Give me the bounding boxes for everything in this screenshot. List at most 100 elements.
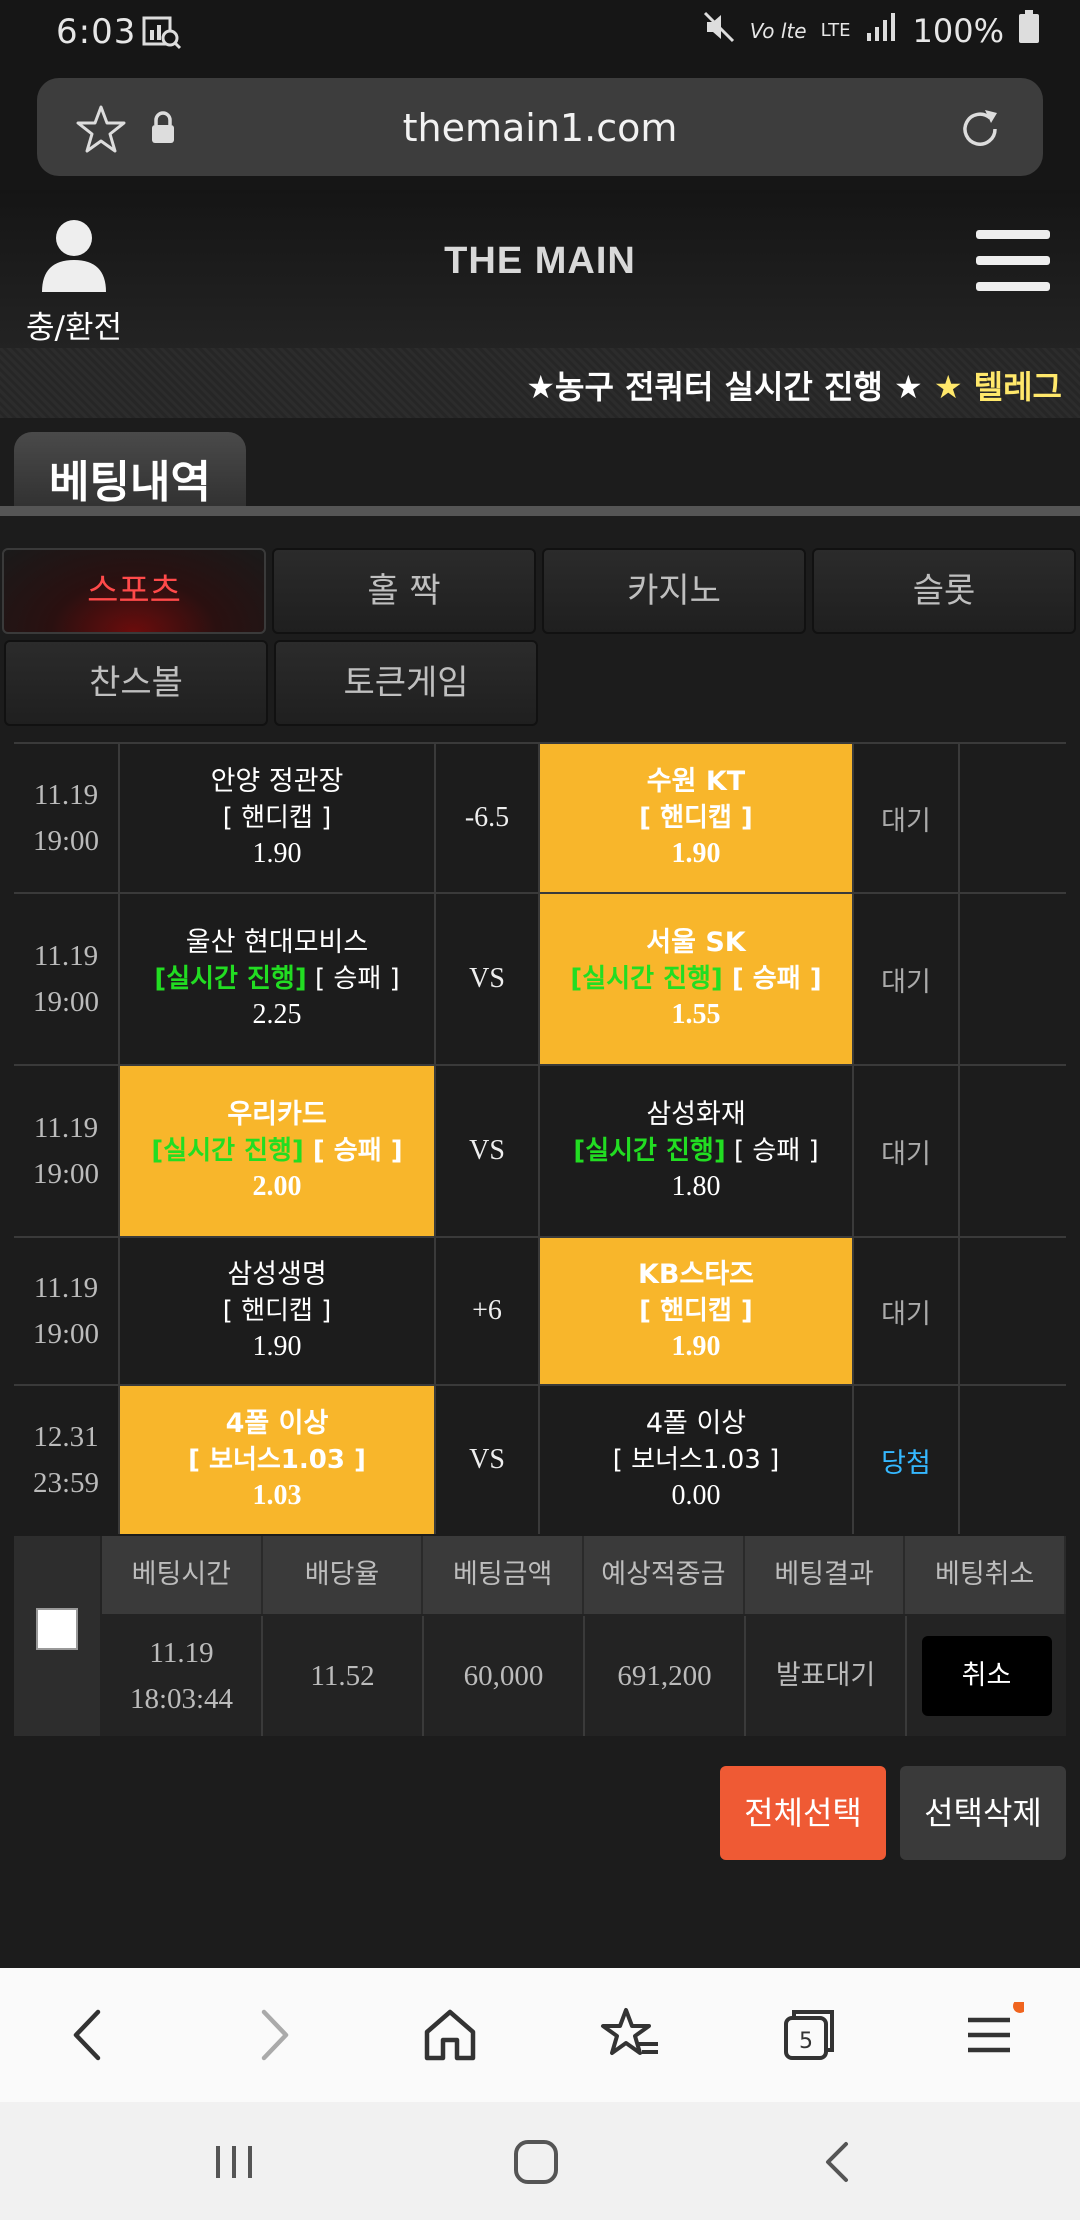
home-team: 4폴 이상 xyxy=(225,1408,329,1439)
signal-icon xyxy=(865,11,899,51)
mute-icon xyxy=(702,10,736,52)
site-logo[interactable]: THE MAIN xyxy=(0,240,1080,283)
tab-token-game[interactable]: 토큰게임 xyxy=(274,640,538,726)
market-type: [ 승패 ] xyxy=(734,1136,819,1166)
away-team: 4폴 이상 xyxy=(645,1408,747,1439)
tab-sports[interactable]: 스포츠 xyxy=(2,548,266,634)
section-divider xyxy=(0,506,1080,516)
forward-icon[interactable] xyxy=(240,2002,306,2068)
header-amount: 베팅금액 xyxy=(423,1536,585,1614)
tab-chance-ball[interactable]: 찬스볼 xyxy=(4,640,268,726)
page-title: 베팅내역 xyxy=(49,457,211,508)
marquee-text-highlight: ★ 텔레그 xyxy=(933,368,1062,406)
live-badge: [실시간 진행] xyxy=(573,1136,726,1166)
select-checkbox[interactable] xyxy=(36,1608,78,1650)
system-back-icon[interactable] xyxy=(808,2132,868,2192)
away-team: KB스타즈 xyxy=(637,1259,755,1290)
market-type: [ 보너스1.03 ] xyxy=(612,1445,780,1475)
empty-cell xyxy=(960,1066,1066,1236)
bet-list: 11.19 19:00 안양 정관장 [ 핸디캡 ] 1.90 -6.5 수원 K… xyxy=(14,742,1066,1534)
tab-casino[interactable]: 카지노 xyxy=(542,548,806,634)
empty-cell xyxy=(960,1238,1066,1384)
gallery-icon xyxy=(142,14,182,54)
cancel-bet-button[interactable]: 취소 xyxy=(921,1636,1052,1716)
away-odds: 1.90 xyxy=(671,1331,721,1362)
lte-icon: LTE xyxy=(820,20,851,41)
address-bar[interactable]: themain1.com xyxy=(37,78,1043,176)
home-pick: 삼성생명 [ 핸디캡 ] 1.90 xyxy=(120,1238,436,1384)
bet-status: 대기 xyxy=(854,1238,960,1384)
bet-summary: 베팅시간 배당율 베팅금액 예상적중금 베팅결과 베팅취소 11.19 18:03… xyxy=(14,1536,1067,1736)
away-odds: 1.90 xyxy=(671,838,721,869)
bet-row: 11.19 19:00 우리카드 [실시간 진행] [ 승패 ] 2.00 VS … xyxy=(14,1064,1066,1236)
away-pick: 삼성화재 [실시간 진행] [ 승패 ] 1.80 xyxy=(540,1066,854,1236)
home-odds: 2.25 xyxy=(252,999,302,1030)
header-cancel: 베팅취소 xyxy=(905,1536,1067,1614)
match-datetime: 11.19 19:00 xyxy=(14,1238,120,1384)
back-icon[interactable] xyxy=(56,2002,122,2068)
away-odds: 0.00 xyxy=(671,1480,721,1511)
delete-selected-button[interactable]: 선택삭제 xyxy=(900,1766,1066,1860)
market-type: [ 승패 ] xyxy=(315,964,400,994)
expected-win-value: 691,200 xyxy=(585,1616,746,1736)
away-pick-selected: 수원 KT [ 핸디캡 ] 1.90 xyxy=(540,744,854,892)
header-result: 베팅결과 xyxy=(745,1536,906,1614)
handicap-value: -6.5 xyxy=(436,744,540,892)
home-pick-selected: 4폴 이상 [ 보너스1.03 ] 1.03 xyxy=(120,1386,436,1534)
match-datetime: 11.19 19:00 xyxy=(14,1066,120,1236)
browser-toolbar: themain1.com xyxy=(0,70,1080,190)
volte-icon: Vo lte xyxy=(749,19,807,43)
versus-label: VS xyxy=(436,894,540,1064)
clock: 6:03 xyxy=(56,12,137,52)
browser-menu-icon[interactable] xyxy=(958,1999,1027,2068)
handicap-value: +6 xyxy=(436,1238,540,1384)
versus-label: VS xyxy=(436,1066,540,1236)
tab-slot[interactable]: 슬롯 xyxy=(812,548,1076,634)
home-team: 삼성생명 xyxy=(227,1259,327,1290)
recent-apps-icon[interactable] xyxy=(204,2132,264,2192)
home-team: 울산 현대모비스 xyxy=(185,927,369,958)
away-pick: 4폴 이상 [ 보너스1.03 ] 0.00 xyxy=(540,1386,854,1534)
browser-bottom-bar: 5 xyxy=(0,1968,1080,2102)
status-bar: 6:03 Vo lte LTE 100% xyxy=(0,0,1080,70)
select-all-button[interactable]: 전체선택 xyxy=(720,1766,886,1860)
reload-icon[interactable] xyxy=(955,104,1005,158)
empty-cell xyxy=(960,894,1066,1064)
battery-level: 100% xyxy=(912,12,1004,50)
user-label: 충/환전 xyxy=(25,310,122,346)
home-odds: 1.90 xyxy=(252,838,302,869)
away-pick-selected: KB스타즈 [ 핸디캡 ] 1.90 xyxy=(540,1238,854,1384)
summary-values: 11.19 18:03:44 11.52 60,000 691,200 발표대기 … xyxy=(102,1616,1066,1736)
summary-header: 베팅시간 배당율 베팅금액 예상적중금 베팅결과 베팅취소 xyxy=(102,1536,1067,1614)
bet-row: 11.19 19:00 안양 정관장 [ 핸디캡 ] 1.90 -6.5 수원 K… xyxy=(14,742,1066,892)
tabs-icon[interactable]: 5 xyxy=(776,2002,842,2068)
header-odds: 배당율 xyxy=(263,1536,424,1614)
bet-status: 대기 xyxy=(854,894,960,1064)
live-badge: [실시간 진행] xyxy=(154,964,307,994)
bet-result-value: 발표대기 xyxy=(746,1616,907,1736)
hamburger-menu-icon[interactable] xyxy=(976,230,1050,292)
notice-marquee: ★농구 전쿼터 실시간 진행 ★ ★ 텔레그 xyxy=(0,348,1080,418)
header-expected: 예상적중금 xyxy=(584,1536,745,1614)
bet-status: 대기 xyxy=(854,744,960,892)
away-odds: 1.55 xyxy=(671,999,721,1030)
tab-odd-even[interactable]: 홀 짝 xyxy=(272,548,536,634)
url-text[interactable]: themain1.com xyxy=(37,106,1043,150)
home-pick-selected: 우리카드 [실시간 진행] [ 승패 ] 2.00 xyxy=(120,1066,436,1236)
battery-icon xyxy=(1018,10,1040,52)
market-type: [ 핸디캡 ] xyxy=(222,803,332,833)
away-team: 삼성화재 xyxy=(646,1099,746,1130)
match-datetime: 11.19 19:00 xyxy=(14,744,120,892)
live-badge: [실시간 진행] xyxy=(151,1136,304,1166)
away-odds: 1.80 xyxy=(671,1171,721,1202)
home-pick: 안양 정관장 [ 핸디캡 ] 1.90 xyxy=(120,744,436,892)
system-navigation xyxy=(0,2102,1080,2220)
home-icon[interactable] xyxy=(417,2002,483,2068)
site-header: 충/환전 THE MAIN xyxy=(0,190,1080,348)
bookmarks-icon[interactable] xyxy=(598,2002,664,2068)
bet-amount-value: 60,000 xyxy=(424,1616,585,1736)
home-team: 안양 정관장 xyxy=(210,766,344,797)
match-datetime: 12.31 23:59 xyxy=(14,1386,120,1534)
home-button-icon[interactable] xyxy=(506,2132,566,2192)
market-type: [ 보너스1.03 ] xyxy=(188,1445,366,1475)
